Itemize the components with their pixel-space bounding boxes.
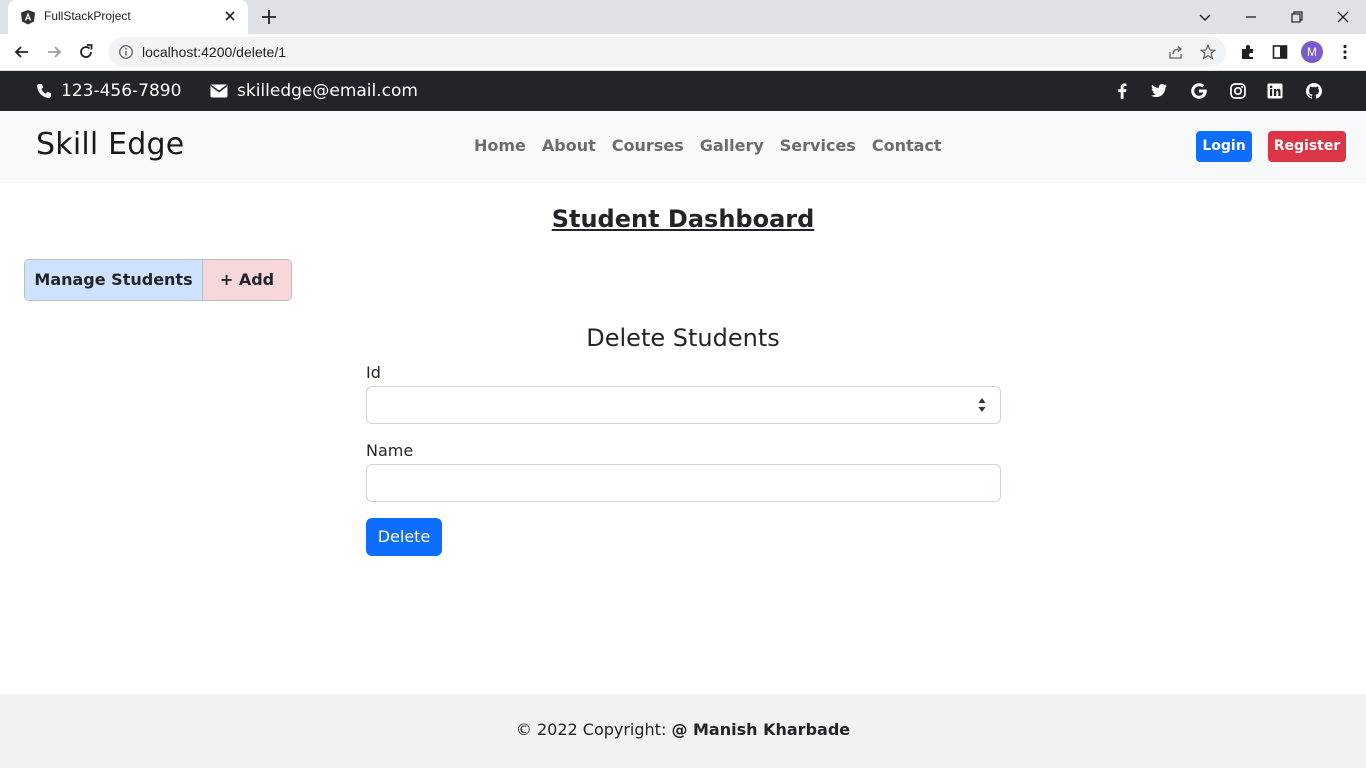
main-navbar: Skill Edge Home About Courses Gallery Se…	[0, 111, 1366, 183]
instagram-icon[interactable]	[1229, 82, 1247, 100]
add-student-button[interactable]: + Add	[203, 260, 291, 300]
envelope-icon	[210, 84, 228, 98]
nav-link-courses[interactable]: Courses	[612, 136, 684, 155]
brand-logo[interactable]: Skill Edge	[36, 127, 184, 162]
browser-tab[interactable]: FullStackProject	[8, 0, 248, 34]
nav-link-contact[interactable]: Contact	[872, 136, 942, 155]
minimize-icon[interactable]	[1240, 6, 1262, 28]
facebook-icon[interactable]	[1113, 82, 1131, 100]
tab-title: FullStackProject	[44, 9, 131, 23]
url-text: localhost:4200/delete/1	[142, 44, 286, 60]
more-menu-icon[interactable]	[1336, 43, 1354, 61]
email-contact[interactable]: skilledge@email.com	[210, 71, 418, 111]
tab-search-icon[interactable]	[1194, 6, 1216, 28]
new-tab-icon[interactable]	[260, 8, 278, 26]
page-title: Student Dashboard	[551, 205, 815, 233]
name-label: Name	[366, 441, 414, 460]
linkedin-icon[interactable]	[1266, 82, 1284, 100]
email-address: skilledge@email.com	[237, 81, 418, 101]
profile-avatar[interactable]: M	[1301, 41, 1323, 63]
contact-bar: 123-456-7890 skilledge@email.com	[0, 71, 1366, 111]
phone-icon	[37, 84, 51, 98]
address-bar[interactable]: localhost:4200/delete/1	[108, 37, 1226, 67]
delete-button[interactable]: Delete	[366, 518, 442, 556]
info-icon[interactable]	[118, 44, 134, 60]
twitter-icon[interactable]	[1150, 82, 1168, 100]
back-icon[interactable]	[12, 42, 32, 62]
nav-links: Home About Courses Gallery Services Cont…	[474, 136, 942, 155]
browser-tabstrip: FullStackProject	[0, 0, 1366, 34]
form-title: Delete Students	[586, 324, 780, 352]
nav-link-about[interactable]: About	[542, 136, 596, 155]
manage-students-button[interactable]: Manage Students	[25, 260, 203, 300]
author-name: @ Manish Kharbade	[671, 720, 851, 739]
restore-icon[interactable]	[1286, 6, 1308, 28]
id-label: Id	[366, 363, 381, 382]
copyright-text: © 2022 Copyright: @ Manish Kharbade	[0, 720, 1366, 739]
share-icon[interactable]	[1168, 44, 1184, 60]
nav-link-gallery[interactable]: Gallery	[700, 136, 764, 155]
nav-link-home[interactable]: Home	[474, 136, 526, 155]
window-close-icon[interactable]	[1332, 6, 1354, 28]
browser-toolbar: localhost:4200/delete/1 M	[0, 34, 1366, 71]
register-button[interactable]: Register	[1268, 131, 1346, 162]
id-field[interactable]	[366, 386, 1001, 424]
forward-icon[interactable]	[44, 42, 64, 62]
phone-number: 123-456-7890	[61, 81, 182, 101]
footer: © 2022 Copyright: @ Manish Kharbade	[0, 694, 1366, 768]
angular-icon	[21, 10, 35, 25]
google-icon[interactable]	[1190, 82, 1208, 100]
nav-link-services[interactable]: Services	[780, 136, 856, 155]
name-field[interactable]	[366, 464, 1001, 502]
close-icon[interactable]	[222, 8, 238, 24]
student-button-group: Manage Students + Add	[24, 259, 292, 301]
reload-icon[interactable]	[76, 42, 96, 62]
number-spinner-icon[interactable]	[976, 395, 988, 415]
extensions-icon[interactable]	[1239, 43, 1257, 61]
side-panel-icon[interactable]	[1271, 43, 1289, 61]
star-icon[interactable]	[1200, 44, 1216, 60]
login-button[interactable]: Login	[1196, 131, 1252, 162]
github-icon[interactable]	[1305, 82, 1323, 100]
copyright-label: © 2022 Copyright:	[515, 720, 667, 739]
phone-contact[interactable]: 123-456-7890	[36, 71, 181, 111]
